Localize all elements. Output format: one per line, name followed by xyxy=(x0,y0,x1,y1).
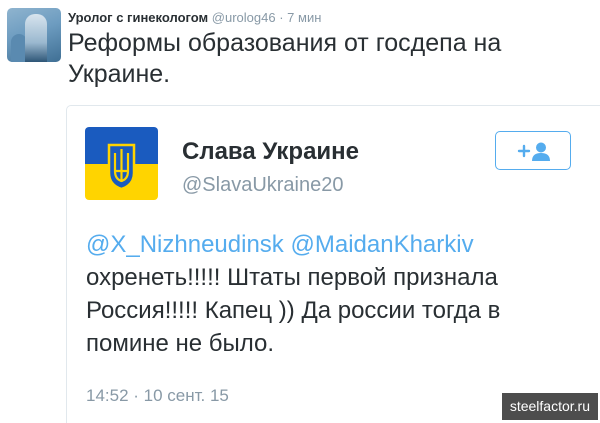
outer-author-name[interactable]: Уролог с гинекологом xyxy=(68,10,208,25)
outer-author-handle[interactable]: @urolog46 xyxy=(212,10,276,25)
quoted-tweet-text: охренеть!!!!! Штаты первой признала Росс… xyxy=(86,264,501,357)
quoted-timestamp[interactable]: 14:52 · 10 сент. 15 xyxy=(86,386,229,406)
outer-tweet-text: Реформы образования от госдепа на Украин… xyxy=(68,29,502,88)
avatar-figure-right xyxy=(25,14,47,62)
quoted-author-handle[interactable]: @SlavaUkraine20 xyxy=(182,174,344,197)
quoted-tweet-card[interactable]: Слава Украине @SlavaUkraine20 @X_Nizhneu… xyxy=(66,105,600,423)
site-watermark: steelfactor.ru xyxy=(501,393,598,420)
tweet-screenshot: Уролог с гинекологом @urolog46 · 7 мин Р… xyxy=(0,0,600,423)
mention-link[interactable]: @MaidanKharkiv xyxy=(290,231,473,258)
follow-button[interactable] xyxy=(495,131,571,170)
ukraine-flag-avatar[interactable] xyxy=(85,127,158,200)
outer-tweet-header: Уролог с гинекологом @urolog46 · 7 мин xyxy=(68,10,321,25)
outer-author-avatar[interactable] xyxy=(7,8,61,62)
quoted-tweet-body: @X_Nizhneudinsk @MaidanKharkiv охренеть!… xyxy=(86,228,576,360)
quoted-author-name[interactable]: Слава Украине xyxy=(182,138,359,166)
outer-time-ago[interactable]: 7 мин xyxy=(287,10,321,25)
header-separator: · xyxy=(279,10,284,25)
mention-link[interactable]: @X_Nizhneudinsk xyxy=(86,231,284,258)
ukraine-flag-icon xyxy=(85,127,158,200)
add-user-icon xyxy=(517,142,550,161)
